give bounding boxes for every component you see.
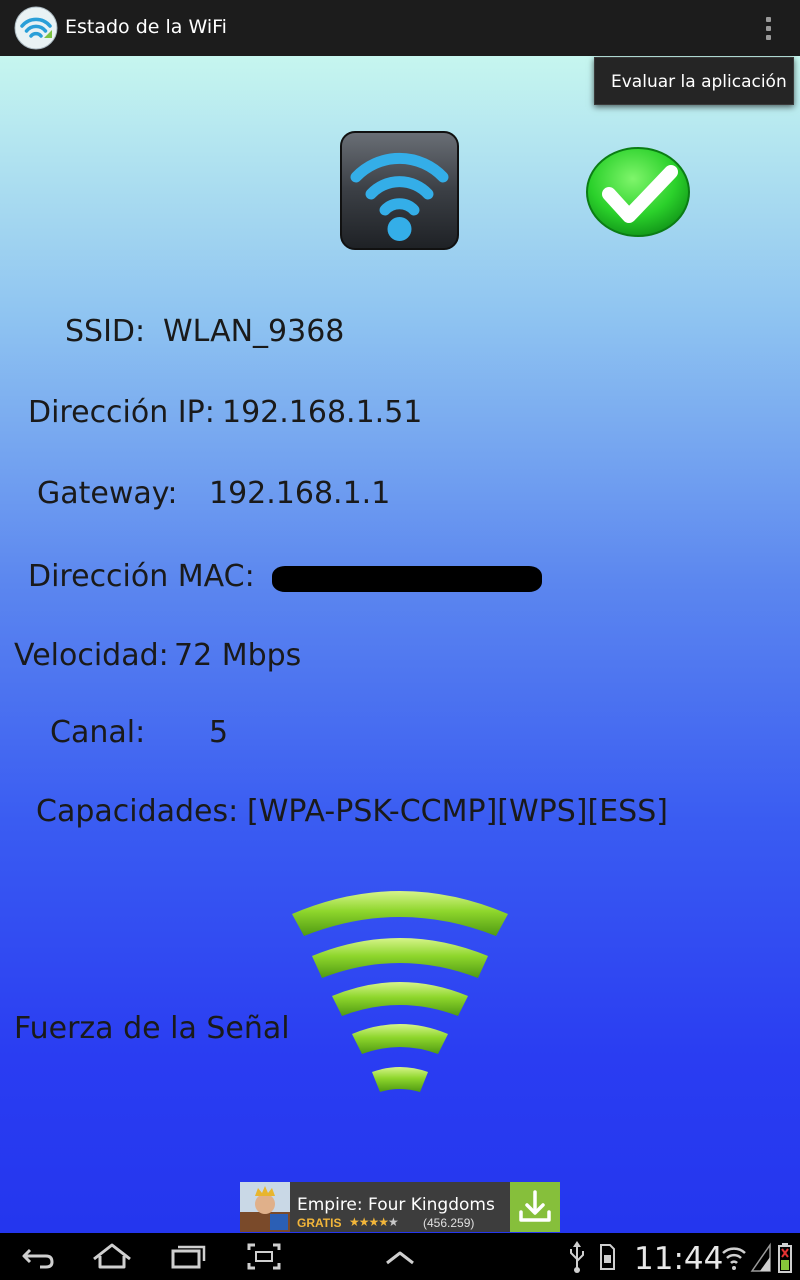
gateway-label: Gateway:	[37, 476, 178, 511]
capabilities-label: Capacidades:	[36, 794, 239, 829]
ad-title: Empire: Four Kingdoms	[297, 1195, 495, 1215]
home-icon[interactable]	[90, 1233, 134, 1280]
ssid-value: WLAN_9368	[163, 314, 345, 349]
wifi-icon	[340, 131, 459, 250]
ad-rating-count: (456.259)	[423, 1216, 475, 1230]
download-icon	[519, 1190, 551, 1222]
recent-apps-icon[interactable]	[168, 1233, 208, 1280]
up-chevron-icon[interactable]	[384, 1233, 416, 1280]
mac-label: Dirección MAC:	[28, 559, 255, 594]
sd-card-icon	[600, 1244, 615, 1270]
system-nav-bar: 11:44	[0, 1233, 800, 1280]
wifi-signal-icon	[722, 1247, 746, 1270]
ssid-label: SSID:	[65, 314, 146, 349]
ip-value: 192.168.1.51	[222, 395, 423, 430]
ad-price: GRATIS	[297, 1216, 342, 1230]
app-icon[interactable]	[14, 6, 58, 50]
gateway-value: 192.168.1.1	[209, 476, 391, 511]
speed-label: Velocidad:	[14, 638, 169, 673]
mac-value-redacted	[272, 566, 542, 592]
ad-app-icon	[240, 1182, 290, 1232]
battery-icon	[778, 1243, 792, 1273]
signal-strength-icon	[292, 891, 508, 1092]
ip-label: Dirección IP:	[28, 395, 215, 430]
app-title: Estado de la WiFi	[65, 16, 227, 38]
ad-banner[interactable]: Empire: Four Kingdoms GRATIS ★★★★★ (456.…	[240, 1182, 560, 1232]
channel-value: 5	[209, 715, 229, 750]
action-bar: Estado de la WiFi	[0, 0, 800, 57]
signal-strength-label: Fuerza de la Señal	[14, 1011, 290, 1046]
cell-signal-icon	[750, 1242, 771, 1272]
download-button[interactable]	[510, 1182, 560, 1232]
overflow-menu-icon[interactable]	[752, 10, 784, 46]
ad-rating-stars: ★★★★★	[349, 1215, 399, 1229]
speed-value: 72 Mbps	[174, 638, 302, 673]
clock: 11:44	[634, 1241, 724, 1277]
check-icon	[586, 147, 690, 237]
usb-icon	[570, 1241, 584, 1273]
channel-label: Canal:	[50, 715, 146, 750]
back-icon[interactable]	[18, 1233, 58, 1280]
screenshot-icon[interactable]	[246, 1233, 282, 1280]
overflow-menu: Evaluar la aplicación	[594, 57, 794, 105]
capabilities-value: [WPA-PSK-CCMP][WPS][ESS]	[247, 794, 668, 829]
menu-item-rate-app[interactable]: Evaluar la aplicación	[611, 72, 787, 92]
